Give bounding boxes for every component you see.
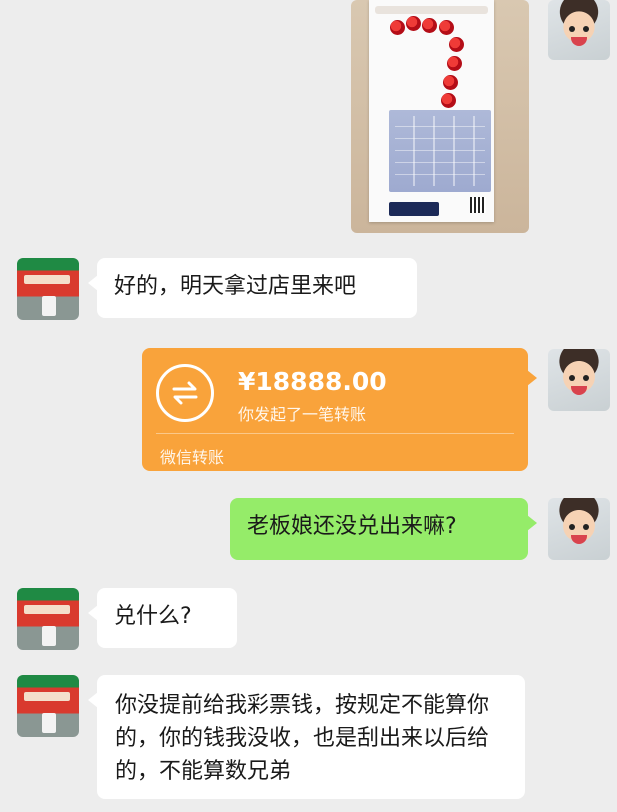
message-bubble[interactable]: 好的，明天拿过店里来吧: [88, 258, 417, 318]
message-text: 好的，明天拿过店里来吧: [114, 274, 357, 299]
message-bubble[interactable]: 兑什么?: [88, 588, 237, 648]
ticket-header-bar: [375, 6, 488, 14]
ticket-stamp: [389, 202, 439, 216]
avatar-mouth: [571, 37, 587, 46]
avatar-eye: [569, 26, 575, 32]
transfer-divider: [156, 433, 514, 434]
store-sign: [24, 275, 70, 284]
transfer-amount: ¥18888.00: [238, 367, 387, 396]
my-avatar[interactable]: [548, 498, 610, 560]
message-text: 兑什么?: [114, 604, 192, 629]
transfer-card[interactable]: ¥18888.00 你发起了一笔转账 微信转账: [142, 348, 537, 471]
rose-decoration: [439, 20, 454, 35]
transfer-footer: 微信转账: [160, 448, 225, 467]
avatar-eye: [569, 375, 575, 381]
store-door: [42, 296, 56, 316]
store-sign: [24, 605, 70, 614]
avatar-eye: [583, 26, 589, 32]
my-avatar[interactable]: [548, 0, 610, 60]
rose-decoration: [390, 20, 405, 35]
avatar-mouth: [571, 386, 587, 395]
message-bubble[interactable]: 老板娘还没兑出来嘛?: [230, 498, 537, 560]
store-door: [42, 713, 56, 733]
store-door: [42, 626, 56, 646]
rose-decoration: [406, 16, 421, 31]
avatar-mouth: [571, 535, 587, 544]
rose-decoration: [443, 75, 458, 90]
rose-decoration: [441, 93, 456, 108]
message-text: 你没提前给我彩票钱，按规定不能算你的，你的钱我没收，也是刮出来以后给的，不能算数…: [115, 693, 490, 784]
avatar-eye: [569, 524, 575, 530]
rose-decoration: [449, 37, 464, 52]
rose-decoration: [422, 18, 437, 33]
rose-decoration: [447, 56, 462, 71]
contact-avatar[interactable]: [17, 258, 79, 320]
contact-avatar[interactable]: [17, 588, 79, 650]
my-avatar[interactable]: [548, 349, 610, 411]
message-text: 老板娘还没兑出来嘛?: [247, 514, 457, 539]
chat-window: 好的，明天拿过店里来吧 ¥18888.00 你发起了一笔转账 微信转账 老板娘还…: [0, 0, 617, 812]
store-sign: [24, 692, 70, 701]
message-bubble[interactable]: 你没提前给我彩票钱，按规定不能算你的，你的钱我没收，也是刮出来以后给的，不能算数…: [88, 675, 525, 799]
lottery-ticket-photo[interactable]: [351, 0, 529, 233]
ticket-barcode: [470, 197, 486, 213]
scratch-area: [389, 110, 491, 192]
transfer-description: 你发起了一笔转账: [238, 405, 367, 424]
contact-avatar[interactable]: [17, 675, 79, 737]
avatar-eye: [583, 524, 589, 530]
avatar-eye: [583, 375, 589, 381]
transfer-icon: [156, 364, 214, 422]
lottery-ticket: [369, 0, 494, 222]
